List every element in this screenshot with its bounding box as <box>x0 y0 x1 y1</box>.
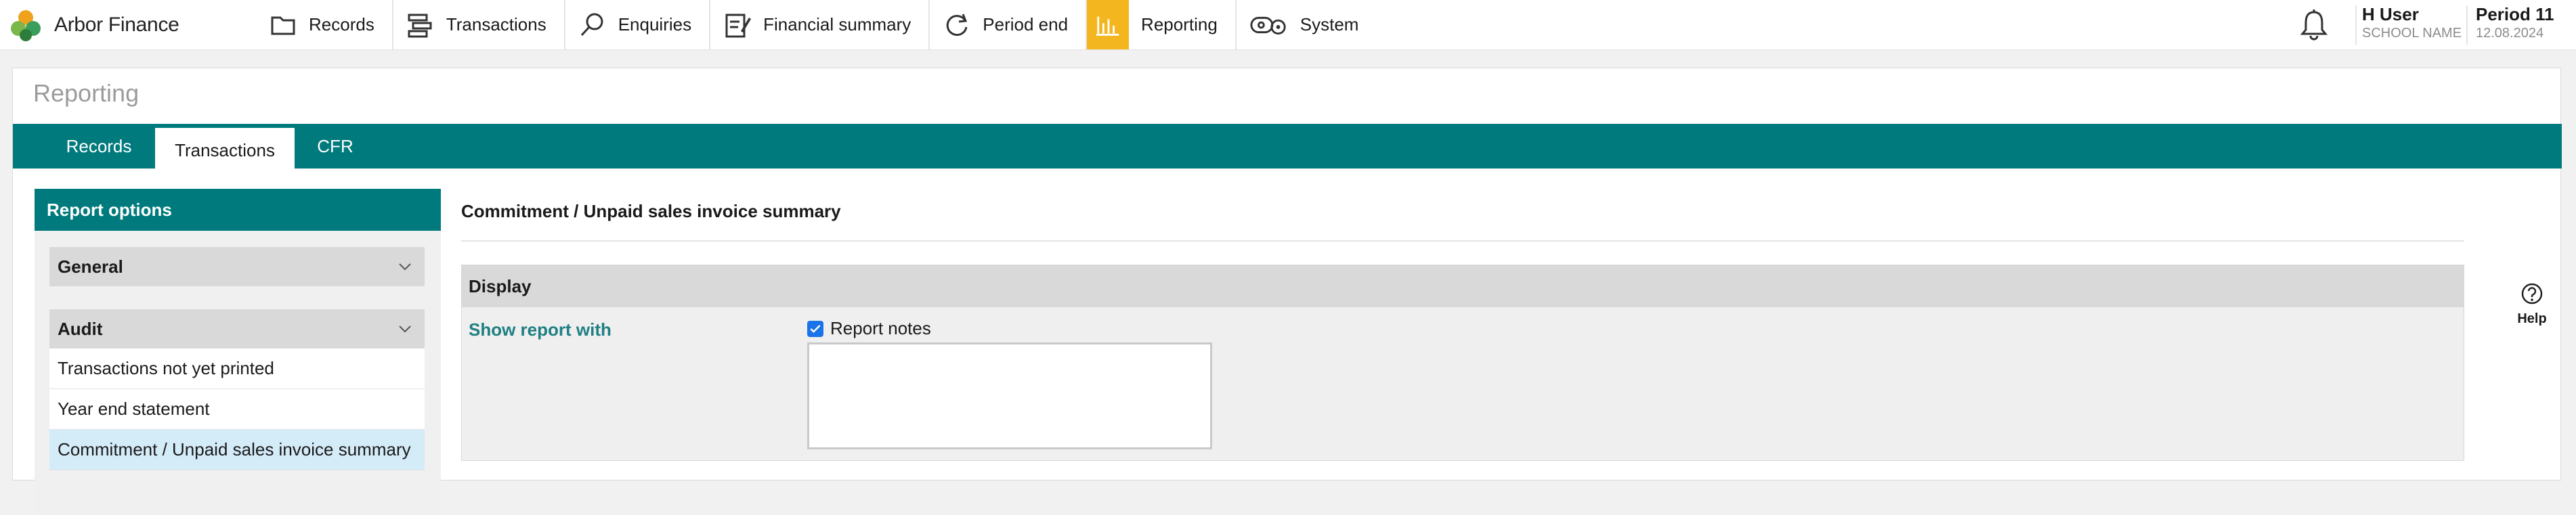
option-transactions-not-yet-printed[interactable]: Transactions not yet printed <box>49 349 425 389</box>
nav-item-transactions[interactable]: Transactions <box>393 0 565 49</box>
arbor-logo-icon <box>11 10 41 41</box>
user-name: H User <box>2362 4 2419 24</box>
divider <box>2466 5 2468 45</box>
display-heading: Display <box>462 265 2464 307</box>
show-report-with-label: Show report with <box>469 319 611 340</box>
group-general[interactable]: General <box>49 247 425 286</box>
nav-item-records[interactable]: Records <box>256 0 393 49</box>
nav-item-system[interactable]: System <box>1237 0 1377 49</box>
divider <box>461 240 2464 242</box>
option-label: Commitment / Unpaid sales invoice summar… <box>58 439 411 460</box>
user-menu[interactable]: H User SCHOOL NAME <box>2362 4 2462 41</box>
group-label: General <box>58 256 123 277</box>
display-section: Display Show report with Report notes <box>461 265 2464 461</box>
system-gears-icon <box>1249 10 1289 40</box>
brand[interactable]: Arbor Finance <box>9 8 179 42</box>
nav-label: Reporting <box>1141 14 1218 35</box>
option-year-end-statement[interactable]: Year end statement <box>49 389 425 430</box>
divider <box>2355 5 2357 45</box>
period-label: Period 11 <box>2476 4 2554 24</box>
checkmark-icon <box>810 324 821 333</box>
app-name: Arbor Finance <box>54 14 179 36</box>
nav-item-reporting[interactable]: Reporting <box>1087 0 1237 49</box>
chevron-down-icon <box>399 263 411 271</box>
checkbox-label: Report notes <box>830 318 931 338</box>
group-label: Audit <box>58 318 103 339</box>
nav-item-enquiries[interactable]: Enquiries <box>565 0 711 49</box>
top-navigation-bar: Arbor Finance Records Transactions Enqui… <box>0 0 2576 50</box>
report-notes-checkbox[interactable] <box>807 320 823 337</box>
tab-label: Records <box>66 135 132 156</box>
notifications-bell-icon[interactable] <box>2297 8 2331 42</box>
period-indicator[interactable]: Period 11 12.08.2024 <box>2476 4 2554 41</box>
nav-item-financial-summary[interactable]: Financial summary <box>710 0 930 49</box>
report-options: Report options General Audit Transaction… <box>35 189 441 515</box>
transactions-icon <box>406 10 435 40</box>
tab-bar: Records Transactions CFR <box>13 124 2562 173</box>
report-title: Commitment / Unpaid sales invoice summar… <box>461 201 841 221</box>
nav-label: Period end <box>983 14 1069 35</box>
search-icon <box>578 10 607 40</box>
help-label: Help <box>2517 311 2547 326</box>
report-options-header: Report options <box>35 189 441 231</box>
nav-label: Enquiries <box>618 14 692 35</box>
tab-label: Transactions <box>175 139 275 160</box>
bar-chart-icon <box>1087 0 1130 49</box>
option-label: Year end statement <box>58 399 210 419</box>
help-circle-icon <box>2521 283 2543 305</box>
help-button[interactable]: Help <box>2512 282 2552 327</box>
report-notes-checkbox-row[interactable]: Report notes <box>807 318 931 339</box>
nav-label: Financial summary <box>763 14 911 35</box>
nav-label: System <box>1300 14 1359 35</box>
option-commitment-unpaid-sales-invoice-summary[interactable]: Commitment / Unpaid sales invoice summar… <box>49 430 425 470</box>
page-title: Reporting <box>33 79 139 107</box>
report-notes-textarea[interactable] <box>807 342 1212 449</box>
refresh-icon <box>942 10 972 40</box>
main-nav: Records Transactions Enquiries Financial… <box>256 0 1376 49</box>
folder-icon <box>268 10 298 40</box>
summary-icon <box>723 10 752 40</box>
group-audit[interactable]: Audit <box>49 309 425 349</box>
reporting-panel: Reporting Records Transactions CFR Repor… <box>12 68 2562 515</box>
chevron-down-icon <box>399 326 411 333</box>
nav-item-period-end[interactable]: Period end <box>930 0 1088 49</box>
period-date: 12.08.2024 <box>2476 26 2544 41</box>
option-label: Transactions not yet printed <box>58 358 274 378</box>
school-name: SCHOOL NAME <box>2362 26 2462 41</box>
nav-label: Transactions <box>446 14 546 35</box>
tab-label: CFR <box>317 135 353 156</box>
tab-cfr[interactable]: CFR <box>295 124 376 169</box>
tab-transactions[interactable]: Transactions <box>155 128 295 173</box>
tab-records[interactable]: Records <box>43 124 155 169</box>
nav-label: Records <box>309 14 374 35</box>
